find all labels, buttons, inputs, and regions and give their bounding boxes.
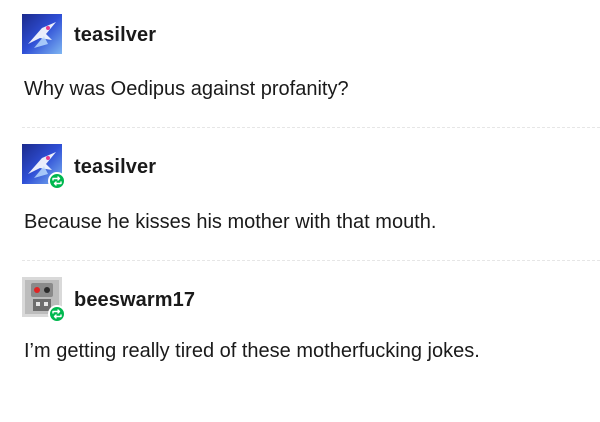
- post-body: Because he kisses his mother with that m…: [24, 211, 437, 233]
- post-body: Why was Oedipus against profanity?: [24, 78, 349, 100]
- reblog-thread: teasilver Why was Oedipus against profan…: [0, 0, 600, 422]
- post-username[interactable]: beeswarm17: [74, 289, 195, 312]
- hummingbird-avatar-icon: [22, 14, 62, 54]
- post-reblog-2: beeswarm17 I’m getting really tired of t…: [0, 261, 600, 422]
- reblog-badge: [48, 172, 66, 190]
- reblog-icon: [52, 176, 62, 186]
- reblog-icon: [52, 309, 62, 319]
- avatar[interactable]: [22, 144, 66, 190]
- post-original: teasilver Why was Oedipus against profan…: [0, 0, 600, 128]
- avatar[interactable]: [22, 14, 62, 54]
- post-reblog-1: teasilver Because he kisses his mother w…: [0, 128, 600, 261]
- post-body: I’m getting really tired of these mother…: [24, 340, 480, 362]
- post-username[interactable]: teasilver: [74, 24, 156, 47]
- avatar[interactable]: [22, 277, 66, 323]
- reblog-badge: [48, 305, 66, 323]
- post-username[interactable]: teasilver: [74, 156, 156, 179]
